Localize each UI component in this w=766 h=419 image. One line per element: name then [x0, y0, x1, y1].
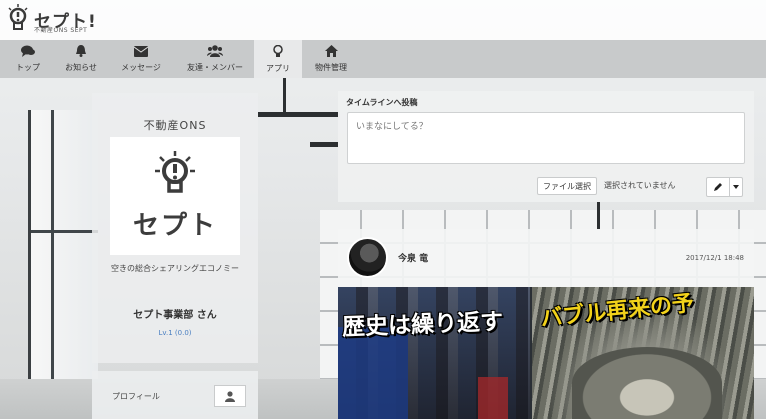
- nav-label: メッセージ: [121, 62, 161, 72]
- profile-logo-text: セプト: [132, 210, 217, 241]
- post-form-label: タイムラインへ投稿: [346, 98, 418, 107]
- profile-logo: セプト: [110, 137, 240, 255]
- profile-title: 不動産ONS: [143, 119, 207, 132]
- post-date: 2017/12/1 18:48: [685, 254, 744, 262]
- profile-card: 不動産ONS セプト 空きの総合シェアリングエコノミー セプト事業部 さん Lv…: [92, 93, 258, 363]
- profile-user-button[interactable]: [214, 385, 246, 407]
- background-beam: [597, 202, 600, 229]
- background-beam: [283, 78, 286, 113]
- bell-icon: [75, 45, 87, 59]
- nav-item-messages[interactable]: メッセージ: [106, 40, 176, 78]
- file-select-button[interactable]: ファイル選択: [537, 177, 597, 195]
- background-pipe: [310, 142, 338, 147]
- lightbulb-icon: [273, 44, 283, 60]
- user-icon: [225, 390, 235, 402]
- nav-item-notifications[interactable]: お知らせ: [56, 40, 106, 78]
- post-author[interactable]: 今泉 竜: [398, 251, 428, 264]
- file-status-text: 選択されていません: [604, 181, 676, 190]
- nav-item-property[interactable]: 物件管理: [302, 40, 360, 78]
- nav-item-apps[interactable]: アプリ: [254, 40, 302, 78]
- main-nav: トップ お知らせ メッセージ 友達・メンバー アプリ 物件管理: [0, 40, 766, 78]
- timeline-post: 今泉 竜 2017/12/1 18:48 歴史は繰り返す バブル再来の予: [338, 229, 754, 419]
- app-header: セプト! 不動産ONS SEPT: [0, 0, 766, 40]
- envelope-icon: [133, 45, 149, 59]
- post-options-dropdown[interactable]: [729, 177, 743, 197]
- profile-name: セプト事業部 さん: [133, 310, 217, 321]
- profile-label: プロフィール: [112, 392, 160, 401]
- post-submit-button[interactable]: [706, 177, 730, 197]
- logo-subtitle: 不動産ONS SEPT: [34, 27, 88, 34]
- lightbulb-logo-icon: [155, 150, 195, 193]
- post-image-caption-left: 歴史は繰り返す: [341, 309, 504, 341]
- nav-label: 物件管理: [315, 63, 347, 72]
- nav-label: 友達・メンバー: [187, 63, 243, 72]
- post-textarea[interactable]: [347, 112, 745, 164]
- comments-icon: [21, 45, 35, 59]
- profile-bar: プロフィール: [92, 371, 258, 419]
- profile-level-link[interactable]: Lv.1 (0.0): [92, 329, 258, 337]
- post-image[interactable]: 歴史は繰り返す バブル再来の予: [338, 287, 754, 419]
- nav-label: トップ: [16, 63, 40, 72]
- nav-item-friends[interactable]: 友達・メンバー: [176, 40, 254, 78]
- pencil-icon: [714, 183, 722, 191]
- nav-item-top[interactable]: トップ: [0, 40, 56, 78]
- avatar[interactable]: [347, 237, 388, 278]
- profile-description: 空きの総合シェアリングエコノミー: [111, 264, 239, 273]
- caret-down-icon: [733, 185, 739, 189]
- nav-label: アプリ: [266, 63, 290, 73]
- lightbulb-logo-icon: [8, 4, 28, 30]
- background-window-left: [28, 110, 98, 419]
- nav-label: お知らせ: [65, 63, 97, 72]
- timeline-post-form: タイムラインへ投稿 ファイル選択 選択されていません: [338, 91, 754, 202]
- users-icon: [207, 45, 223, 59]
- background-pipe: [258, 112, 338, 117]
- home-icon: [324, 45, 338, 59]
